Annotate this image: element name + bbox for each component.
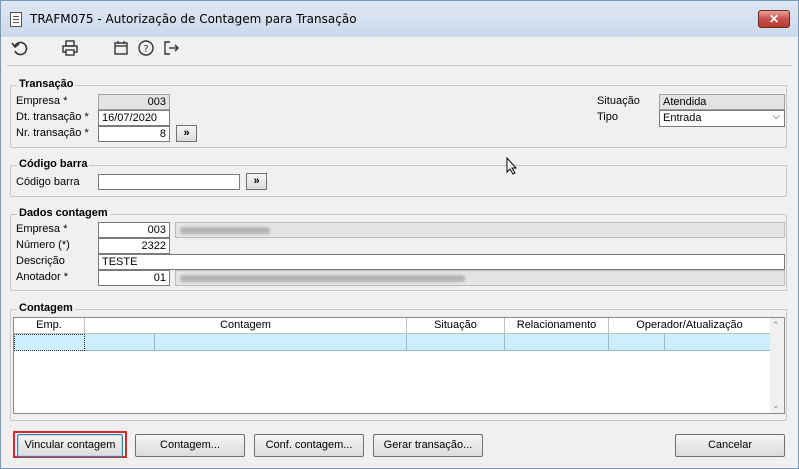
close-button[interactable]: ✕ [758,10,790,28]
help-icon[interactable]: ? [136,39,156,59]
dt-transacao-label: Dt. transação * [16,111,89,123]
cell-contagem[interactable] [155,334,407,351]
toolbar-separator [7,65,792,66]
scroll-down-icon[interactable]: ⌄ [772,400,780,411]
cancelar-button[interactable]: Cancelar [675,434,785,457]
undo-icon[interactable] [10,39,30,59]
window: TRAFM075 - Autorização de Contagem para … [0,0,799,469]
situacao-field: Atendida [659,94,785,110]
tipo-select[interactable]: Entrada ⌵ [659,110,785,127]
codigo-barra-label: Código barra [16,176,80,188]
column-header-situacao[interactable]: Situação [407,318,505,333]
transacao-legend: Transação [17,78,76,90]
anotador-field[interactable]: 01 [98,270,170,286]
tipo-label: Tipo [597,111,618,123]
dc-empresa-field[interactable]: 003 [98,222,170,238]
nr-transacao-label: Nr. transação * [16,127,89,139]
table-row[interactable] [14,334,771,351]
codigo-barra-go-button[interactable]: » [246,173,267,190]
chevron-down-icon: ⌵ [772,111,780,122]
contagem-button[interactable]: Contagem... [135,434,245,457]
cell-atualizacao[interactable] [665,334,771,351]
codigo-barra-field[interactable] [98,174,240,190]
anotador-label: Anotador * [16,271,68,283]
grid-header: Emp. Contagem Situação Relacionamento Op… [14,318,771,334]
cell-operador[interactable] [609,334,665,351]
vertical-scrollbar[interactable]: ⌃ ⌄ [770,318,784,413]
dc-empresa-label: Empresa * [16,223,68,235]
numero-label: Número (*) [16,239,70,251]
column-header-relacionamento[interactable]: Relacionamento [505,318,609,333]
situacao-label: Situação [597,95,640,107]
cell-contagem-code[interactable] [85,334,155,351]
title-bar: TRAFM075 - Autorização de Contagem para … [1,1,798,37]
dc-empresa-description [175,222,785,238]
vincular-contagem-button[interactable]: Vincular contagem [17,434,123,457]
document-icon [10,12,22,27]
cell-situacao[interactable] [407,334,505,351]
nr-transacao-field[interactable]: 8 [98,126,170,142]
contagem-grid[interactable]: Emp. Contagem Situação Relacionamento Op… [13,317,785,414]
mouse-pointer-icon [506,156,518,180]
column-header-contagem[interactable]: Contagem [85,318,407,333]
dt-transacao-field[interactable]: 16/07/2020 [98,110,170,126]
column-header-emp[interactable]: Emp. [14,318,85,333]
descricao-field[interactable]: TESTE [98,254,785,270]
codigo-barra-legend: Código barra [17,158,90,170]
print-icon[interactable] [60,39,80,59]
empresa-field: 003 [98,94,170,110]
scroll-up-icon[interactable]: ⌃ [772,320,780,331]
calendar-icon[interactable] [111,39,131,59]
window-title: TRAFM075 - Autorização de Contagem para … [30,12,357,26]
exit-icon[interactable] [161,39,181,59]
dados-contagem-legend: Dados contagem [17,207,110,219]
gerar-transacao-button[interactable]: Gerar transação... [373,434,483,457]
cell-emp[interactable] [14,334,85,351]
column-header-operador[interactable]: Operador/Atualização [609,318,771,333]
numero-field[interactable]: 2322 [98,238,170,254]
empresa-label: Empresa * [16,95,68,107]
anotador-description [175,270,785,286]
nr-transacao-go-button[interactable]: » [176,125,197,142]
svg-text:?: ? [143,44,148,55]
contagem-legend: Contagem [17,302,75,314]
toolbar: ? [1,37,798,61]
conf-contagem-button[interactable]: Conf. contagem... [254,434,364,457]
cell-relacionamento[interactable] [505,334,609,351]
descricao-label: Descrição [16,255,65,267]
tipo-select-value: Entrada [663,112,702,124]
